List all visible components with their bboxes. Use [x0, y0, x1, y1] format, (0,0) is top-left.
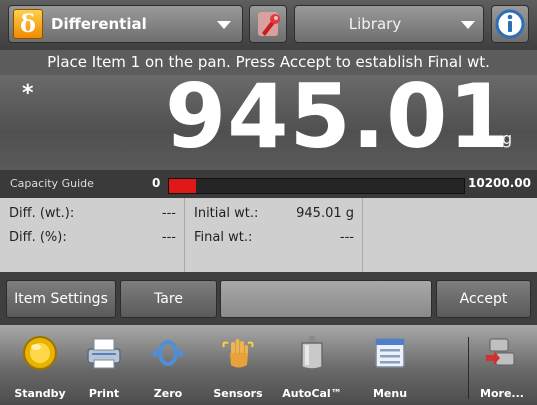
autocal-button[interactable]: AutoCal™: [280, 325, 344, 405]
header-bar: δ Differential Library: [0, 0, 537, 50]
bottom-dock: Standby Print Zero Sensors AutoCal™ Menu…: [0, 325, 537, 405]
dock-label: Menu: [372, 387, 408, 400]
dock-label: More...: [480, 387, 524, 400]
sensors-hand-icon: [222, 339, 254, 368]
capacity-fill: [169, 179, 196, 193]
weight-value: 945.01: [165, 65, 511, 168]
mode-dropdown[interactable]: δ Differential: [8, 5, 243, 43]
dock-label: Standby: [14, 387, 66, 400]
standby-icon: [23, 336, 57, 370]
more-button[interactable]: More...: [470, 325, 534, 405]
dock-divider: [468, 337, 469, 399]
capacity-max: 10200.00: [468, 176, 532, 190]
printer-icon: [87, 338, 121, 369]
zero-button[interactable]: Zero: [136, 325, 200, 405]
wrench-button[interactable]: [249, 5, 287, 43]
diff-pct-label: Diff. (%):: [9, 230, 67, 245]
capacity-min: 0: [152, 176, 161, 190]
library-dropdown[interactable]: Library: [294, 5, 484, 43]
standby-button[interactable]: Standby: [8, 325, 72, 405]
info-icon: [495, 9, 525, 39]
weight-unit: g: [502, 129, 513, 148]
diff-pct-value: ---: [161, 230, 176, 245]
action-button-row: Item Settings Tare Accept: [0, 272, 537, 325]
tare-button[interactable]: Tare: [120, 280, 217, 318]
balance-screen: δ Differential Library Place Item 1 on t…: [0, 0, 537, 405]
item-settings-button[interactable]: Item Settings: [6, 280, 116, 318]
accept-button[interactable]: Accept: [436, 280, 531, 318]
final-wt-label: Final wt.:: [194, 230, 253, 245]
wrench-icon: [258, 12, 280, 36]
diff-wt-label: Diff. (wt.):: [9, 206, 75, 221]
stability-indicator: *: [22, 81, 34, 106]
weights-column: Initial wt.: 945.01 g Final wt.: ---: [185, 198, 363, 272]
final-wt-value: ---: [339, 230, 354, 245]
more-icon: [486, 338, 515, 366]
empty-column: [363, 198, 537, 272]
weight-display: * 945.01 g: [0, 67, 537, 170]
differential-delta-icon: δ: [13, 9, 43, 39]
chevron-down-icon: [217, 21, 231, 29]
dock-label: Print: [88, 387, 120, 400]
dock-label: AutoCal™: [282, 387, 342, 400]
capacity-track: [168, 178, 465, 194]
sensors-button[interactable]: Sensors: [206, 325, 270, 405]
initial-wt-value: 945.01 g: [296, 206, 354, 221]
capacity-label: Capacity Guide: [10, 177, 94, 190]
results-panel: Diff. (wt.): --- Diff. (%): --- Initial …: [0, 198, 537, 272]
capacity-guide: Capacity Guide 0 10200.00: [0, 170, 537, 198]
calibration-weight-icon: [301, 336, 323, 370]
zero-icon: [151, 340, 185, 366]
menu-icon: [375, 338, 405, 368]
menu-button[interactable]: Menu: [358, 325, 422, 405]
chevron-down-icon: [461, 21, 475, 29]
mode-label: Differential: [51, 15, 147, 33]
initial-wt-label: Initial wt.:: [194, 206, 259, 221]
library-label: Library: [348, 15, 402, 33]
print-button[interactable]: Print: [72, 325, 136, 405]
dock-label: Zero: [153, 387, 183, 400]
dock-label: Sensors: [213, 387, 263, 400]
blank-button[interactable]: [220, 280, 432, 318]
info-button[interactable]: [491, 5, 529, 43]
difference-column: Diff. (wt.): --- Diff. (%): ---: [0, 198, 185, 272]
diff-wt-value: ---: [161, 206, 176, 221]
